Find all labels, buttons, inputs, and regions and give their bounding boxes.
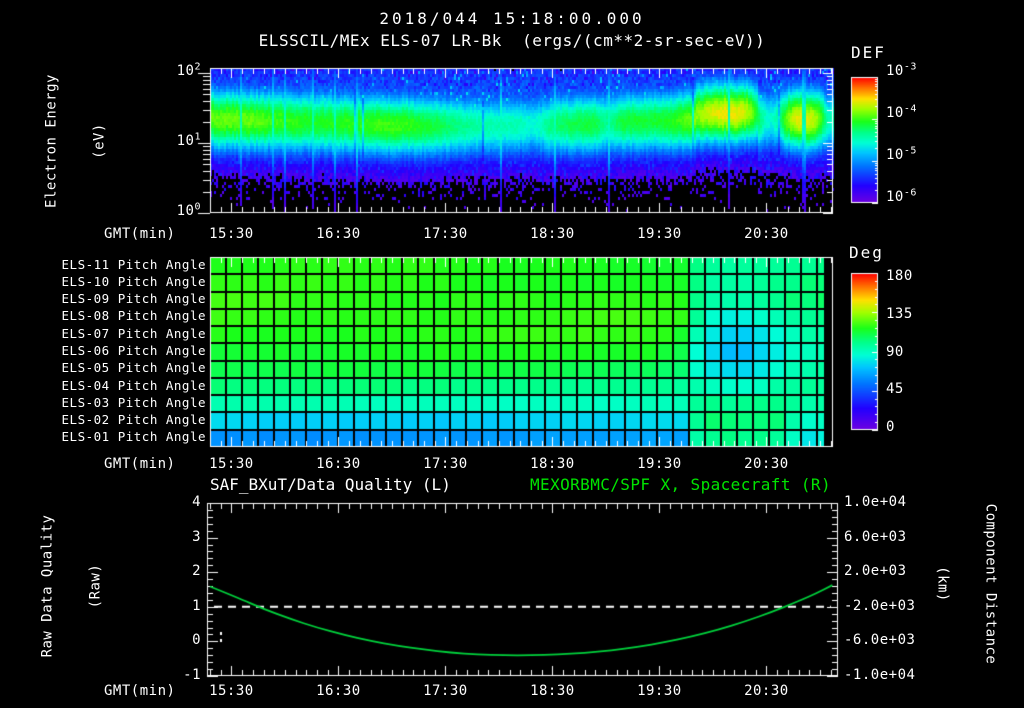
pitch-row-label: ELS-11 Pitch Angle bbox=[61, 256, 206, 272]
time-tick-label: 18:30 bbox=[530, 683, 575, 699]
time-tick-label: 15:30 bbox=[209, 226, 254, 242]
distance-right-tick-label: -2.0e+03 bbox=[844, 597, 916, 614]
gmt-axis-label-top: GMT(min) bbox=[104, 226, 176, 242]
time-tick-label: 17:30 bbox=[423, 226, 468, 242]
quality-left-axis-label: Raw Data Quality (Raw) bbox=[8, 515, 137, 658]
time-tick-label: 18:30 bbox=[530, 226, 575, 242]
spectrogram-y-axis-label-line1: Electron Energy bbox=[43, 74, 60, 208]
time-tick-label: 17:30 bbox=[423, 456, 468, 472]
def-tick-label: 10-4 bbox=[886, 103, 917, 121]
pitch-row-label: ELS-02 Pitch Angle bbox=[61, 412, 206, 428]
spectrogram-y-axis-label: Electron Energy (eV) bbox=[12, 74, 141, 208]
pitch-row-label: ELS-10 Pitch Angle bbox=[61, 273, 206, 289]
deg-tick-label: 0 bbox=[886, 419, 895, 435]
distance-right-tick-label: 1.0e+04 bbox=[844, 494, 907, 510]
time-tick-label: 19:30 bbox=[637, 226, 682, 242]
spectrogram-y-axis-label-line2: (eV) bbox=[92, 123, 109, 159]
quality-left-tick-label: 2 bbox=[192, 563, 201, 580]
energy-ytick-label: 100 bbox=[176, 201, 201, 219]
pitch-row-label: ELS-04 Pitch Angle bbox=[61, 377, 206, 393]
spacecraft-series-title: MEXORBMC/SPF X, Spacecraft (R) bbox=[530, 475, 831, 494]
time-tick-label: 17:30 bbox=[423, 683, 468, 699]
pitch-row-label: ELS-01 Pitch Angle bbox=[61, 429, 206, 445]
quality-left-tick-label: 3 bbox=[192, 528, 201, 545]
plot-date-title: 2018/044 15:18:00.000 bbox=[379, 9, 645, 28]
distance-right-tick-label: -1.0e+04 bbox=[844, 667, 916, 683]
time-tick-label: 20:30 bbox=[744, 226, 789, 242]
distance-right-tick-label: -6.0e+03 bbox=[844, 632, 916, 649]
deg-tick-label: 180 bbox=[886, 268, 913, 284]
def-tick-label: 10-3 bbox=[886, 61, 917, 79]
pitch-row-label: ELS-05 Pitch Angle bbox=[61, 360, 206, 376]
distance-right-tick-label: 2.0e+03 bbox=[844, 563, 907, 580]
def-tick-label: 10-5 bbox=[886, 145, 917, 163]
pitch-row-label: ELS-07 Pitch Angle bbox=[61, 325, 206, 341]
quality-left-axis-label-line1: Raw Data Quality bbox=[39, 514, 56, 658]
quality-left-tick-label: 1 bbox=[192, 597, 201, 614]
time-tick-label: 19:30 bbox=[637, 456, 682, 472]
deg-tick-label: 135 bbox=[886, 305, 913, 322]
time-tick-label: 15:30 bbox=[209, 683, 254, 699]
time-tick-label: 16:30 bbox=[316, 226, 361, 242]
distance-right-axis-label-line1: Component Distance bbox=[982, 503, 999, 665]
time-tick-label: 15:30 bbox=[209, 456, 254, 472]
pitch-row-label: ELS-08 Pitch Angle bbox=[61, 308, 206, 324]
def-tick-label: 10-6 bbox=[886, 187, 917, 205]
distance-right-axis-label-line2: (km) bbox=[933, 566, 950, 602]
time-tick-label: 19:30 bbox=[637, 683, 682, 699]
pitch-row-label: ELS-09 Pitch Angle bbox=[61, 291, 206, 307]
def-colorbar-title: DEF bbox=[851, 43, 886, 62]
quality-left-tick-label: 0 bbox=[192, 632, 201, 649]
time-tick-label: 16:30 bbox=[316, 683, 361, 699]
pitch-row-label: ELS-03 Pitch Angle bbox=[61, 394, 206, 410]
deg-colorbar-title: Deg bbox=[849, 243, 884, 262]
distance-right-tick-label: 6.0e+03 bbox=[844, 528, 907, 545]
quality-left-tick-label: -1 bbox=[183, 667, 201, 683]
time-tick-label: 16:30 bbox=[316, 456, 361, 472]
time-tick-label: 20:30 bbox=[744, 683, 789, 699]
deg-tick-label: 90 bbox=[886, 343, 904, 360]
deg-tick-label: 45 bbox=[886, 381, 904, 398]
time-tick-label: 18:30 bbox=[530, 456, 575, 472]
quality-left-tick-label: 4 bbox=[192, 494, 201, 510]
gmt-axis-label-middle: GMT(min) bbox=[104, 456, 176, 472]
energy-ytick-label: 101 bbox=[176, 131, 201, 149]
energy-ytick-label: 102 bbox=[176, 61, 201, 79]
distance-right-axis-label: Component Distance (km) bbox=[902, 504, 1024, 665]
quality-series-title: SAF_BXuT/Data Quality (L) bbox=[210, 475, 451, 494]
quality-left-axis-label-line2: (Raw) bbox=[88, 563, 105, 609]
time-tick-label: 20:30 bbox=[744, 456, 789, 472]
cdaweb-plot-page: 2018/044 15:18:00.000 ELSSCIL/MEx ELS-07… bbox=[0, 0, 1024, 708]
gmt-axis-label-bottom: GMT(min) bbox=[104, 683, 176, 699]
pitch-row-label: ELS-06 Pitch Angle bbox=[61, 343, 206, 358]
